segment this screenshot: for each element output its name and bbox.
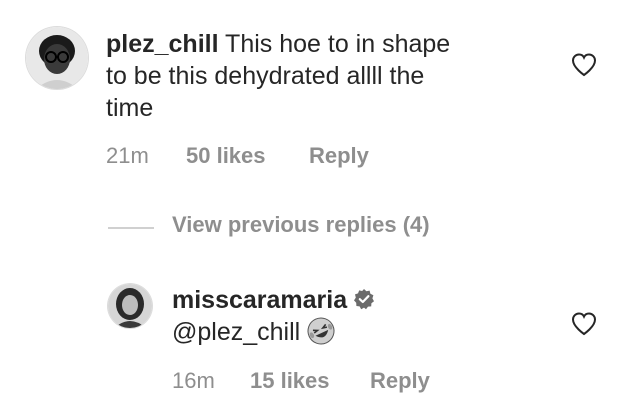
heart-outline-icon[interactable] xyxy=(571,53,597,77)
comment-misscaramaria: misscaramaria @plez_chill 16m 15 likes R… xyxy=(0,270,640,404)
comment-username[interactable]: plez_chill xyxy=(106,30,219,58)
view-previous-replies-label[interactable]: View previous replies (4) xyxy=(172,212,430,238)
comment-text: misscaramaria @plez_chill xyxy=(172,284,375,348)
comment-body-line3: time xyxy=(106,94,154,122)
comment-time: 21m xyxy=(106,143,149,168)
comment-body-line1: This hoe to in shape xyxy=(225,30,451,58)
avatar[interactable] xyxy=(108,284,152,328)
comment-time: 16m xyxy=(172,368,215,393)
likes-count[interactable]: 50 likes xyxy=(186,143,266,169)
comment-username[interactable]: misscaramaria xyxy=(172,286,347,314)
comment-body[interactable]: @plez_chill xyxy=(172,318,300,346)
view-previous-replies[interactable]: View previous replies (4) xyxy=(108,212,528,242)
comment-plez-chill: plez_chill This hoe to in shape to be th… xyxy=(0,0,640,200)
likes-count[interactable]: 15 likes xyxy=(250,368,330,394)
rolling-on-floor-laughing-icon xyxy=(307,317,335,345)
comment-text: plez_chill This hoe to in shape to be th… xyxy=(106,28,450,124)
avatar[interactable] xyxy=(26,27,88,89)
user-avatar-icon xyxy=(108,284,152,328)
divider-line xyxy=(108,227,154,229)
user-avatar-icon xyxy=(26,27,88,89)
reply-button[interactable]: Reply xyxy=(370,368,430,394)
comment-body-line2: to be this dehydrated allll the xyxy=(106,62,425,90)
verified-badge-icon xyxy=(354,289,375,310)
reply-button[interactable]: Reply xyxy=(309,143,369,169)
heart-outline-icon[interactable] xyxy=(571,312,597,336)
